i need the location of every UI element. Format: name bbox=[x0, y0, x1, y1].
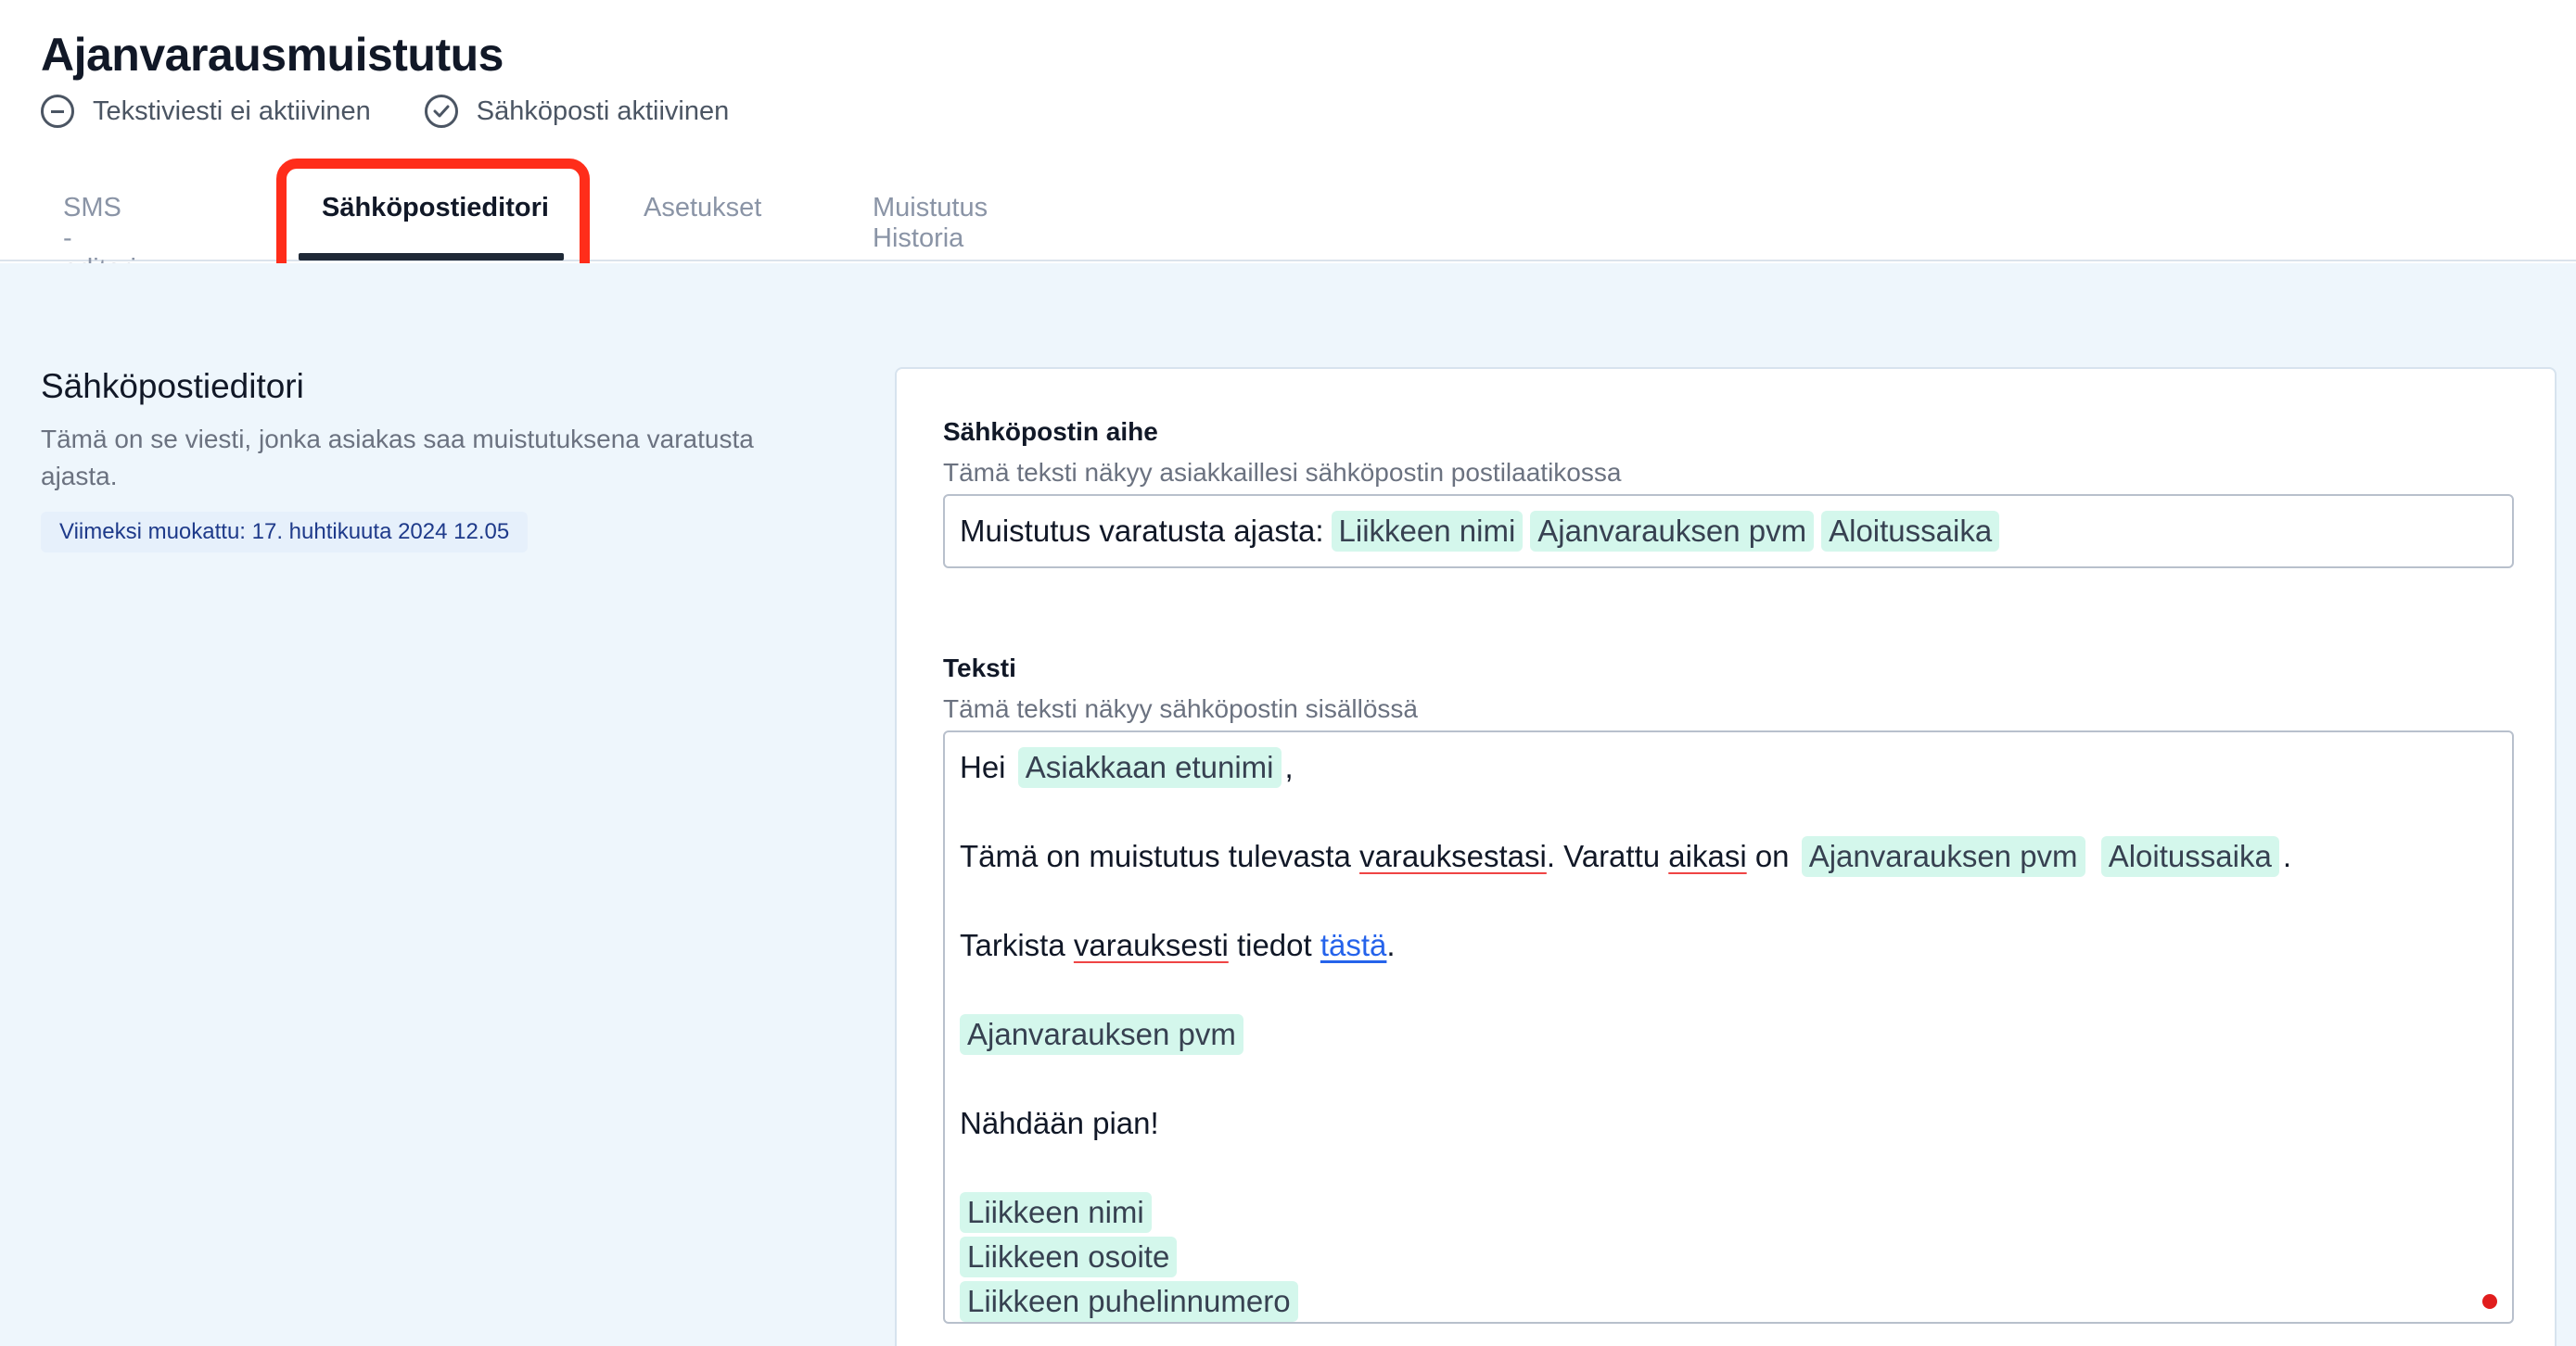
page-header: Ajanvarausmuistutus Tekstiviesti ei akti… bbox=[0, 0, 2576, 284]
tag-appointment-date[interactable]: Ajanvarauksen pvm bbox=[960, 1014, 1243, 1055]
subject-help: Tämä teksti näkyy asiakkaillesi sähköpos… bbox=[943, 458, 1622, 487]
body-line-signature-address: Liikkeen osoite bbox=[960, 1235, 2512, 1279]
status-dot-icon bbox=[2482, 1294, 2497, 1309]
body-help: Tämä teksti näkyy sähköpostin sisällössä bbox=[943, 694, 1418, 723]
body-label: Teksti bbox=[943, 654, 1016, 682]
tab-reminder-history[interactable]: Muistutus Historia bbox=[873, 167, 988, 260]
body-line-greeting: Hei Asiakkaan etunimi, bbox=[960, 745, 2512, 790]
sms-status: Tekstiviesti ei aktiivinen bbox=[41, 95, 371, 128]
sms-status-label: Tekstiviesti ei aktiivinen bbox=[93, 95, 371, 126]
check-text: . bbox=[1386, 928, 1396, 962]
misspelled-word: varauksesti bbox=[1073, 928, 1229, 962]
misspelled-word: aikasi bbox=[1668, 839, 1747, 873]
active-tab-indicator bbox=[299, 253, 564, 260]
empty-line bbox=[960, 1057, 2512, 1101]
subject-prefix: Muistutus varatusta ajasta: bbox=[960, 514, 1324, 548]
tab-settings[interactable]: Asetukset bbox=[644, 167, 761, 260]
subject-label: Sähköpostin aihe bbox=[943, 417, 1158, 446]
check-circle-icon bbox=[424, 95, 458, 128]
empty-line bbox=[960, 790, 2512, 834]
minus-circle-icon bbox=[41, 95, 74, 128]
body-line-signature-name: Liikkeen nimi bbox=[960, 1190, 2512, 1235]
body-line-signature-phone: Liikkeen puhelinnumero bbox=[960, 1279, 2512, 1322]
greeting-prefix: Hei bbox=[960, 750, 1006, 784]
tag-customer-first-name[interactable]: Asiakkaan etunimi bbox=[1017, 747, 1282, 788]
status-row: Tekstiviesti ei aktiivinen Sähköposti ak… bbox=[41, 93, 783, 130]
email-status-label: Sähköposti aktiivinen bbox=[476, 95, 730, 126]
empty-line bbox=[960, 879, 2512, 923]
tab-email-editor[interactable]: Sähköpostieditori bbox=[322, 167, 549, 260]
body-line-date: Ajanvarauksen pvm bbox=[960, 1012, 2512, 1057]
reminder-text: . Varattu bbox=[1546, 839, 1661, 873]
body-textarea[interactable]: Hei Asiakkaan etunimi, Tämä on muistutus… bbox=[943, 730, 2514, 1324]
subject-tag-start-time[interactable]: Aloitussaika bbox=[1821, 511, 2000, 552]
last-modified-badge: Viimeksi muokattu: 17. huhtikuuta 2024 1… bbox=[41, 512, 529, 552]
subject-tag-date[interactable]: Ajanvarauksen pvm bbox=[1530, 511, 1815, 552]
empty-line bbox=[960, 1146, 2512, 1190]
section-title: Sähköpostieditori bbox=[41, 367, 304, 405]
check-text: Tarkista bbox=[960, 928, 1065, 962]
reminder-text: on bbox=[1754, 839, 1790, 873]
tab-sms-editor[interactable]: SMS -editori bbox=[63, 167, 136, 284]
subject-input[interactable]: Muistutus varatusta ajasta: Liikkeen nim… bbox=[943, 494, 2514, 568]
tag-appointment-date[interactable]: Ajanvarauksen pvm bbox=[1801, 836, 2085, 877]
subject-tag-business-name[interactable]: Liikkeen nimi bbox=[1331, 511, 1524, 552]
main-content: Sähköpostieditori Tämä on se viesti, jon… bbox=[0, 263, 2576, 1346]
body-line-check: Tarkista varauksesti tiedot tästä. bbox=[960, 923, 2512, 968]
tag-business-name[interactable]: Liikkeen nimi bbox=[960, 1192, 1152, 1233]
greeting-suffix: , bbox=[1284, 750, 1294, 784]
tag-start-time[interactable]: Aloitussaika bbox=[2100, 836, 2279, 877]
reminder-text: . bbox=[2282, 839, 2291, 873]
body-line-closing: Nähdään pian! bbox=[960, 1106, 1159, 1140]
reminder-text: Tämä on muistutus tulevasta bbox=[960, 839, 1351, 873]
booking-link[interactable]: tästä bbox=[1320, 928, 1387, 962]
misspelled-word: varauksestasi bbox=[1359, 839, 1547, 873]
page-title: Ajanvarausmuistutus bbox=[41, 29, 504, 81]
email-editor-card: Sähköpostin aihe Tämä teksti näkyy asiak… bbox=[895, 367, 2557, 1346]
tag-business-address[interactable]: Liikkeen osoite bbox=[960, 1237, 1178, 1277]
empty-line bbox=[960, 968, 2512, 1012]
section-description: Tämä on se viesti, jonka asiakas saa mui… bbox=[41, 425, 754, 490]
check-text: tiedot bbox=[1236, 928, 1312, 962]
tag-business-phone[interactable]: Liikkeen puhelinnumero bbox=[960, 1281, 1298, 1322]
body-line-reminder: Tämä on muistutus tulevasta varauksestas… bbox=[960, 834, 2512, 879]
email-status: Sähköposti aktiivinen bbox=[424, 95, 730, 128]
